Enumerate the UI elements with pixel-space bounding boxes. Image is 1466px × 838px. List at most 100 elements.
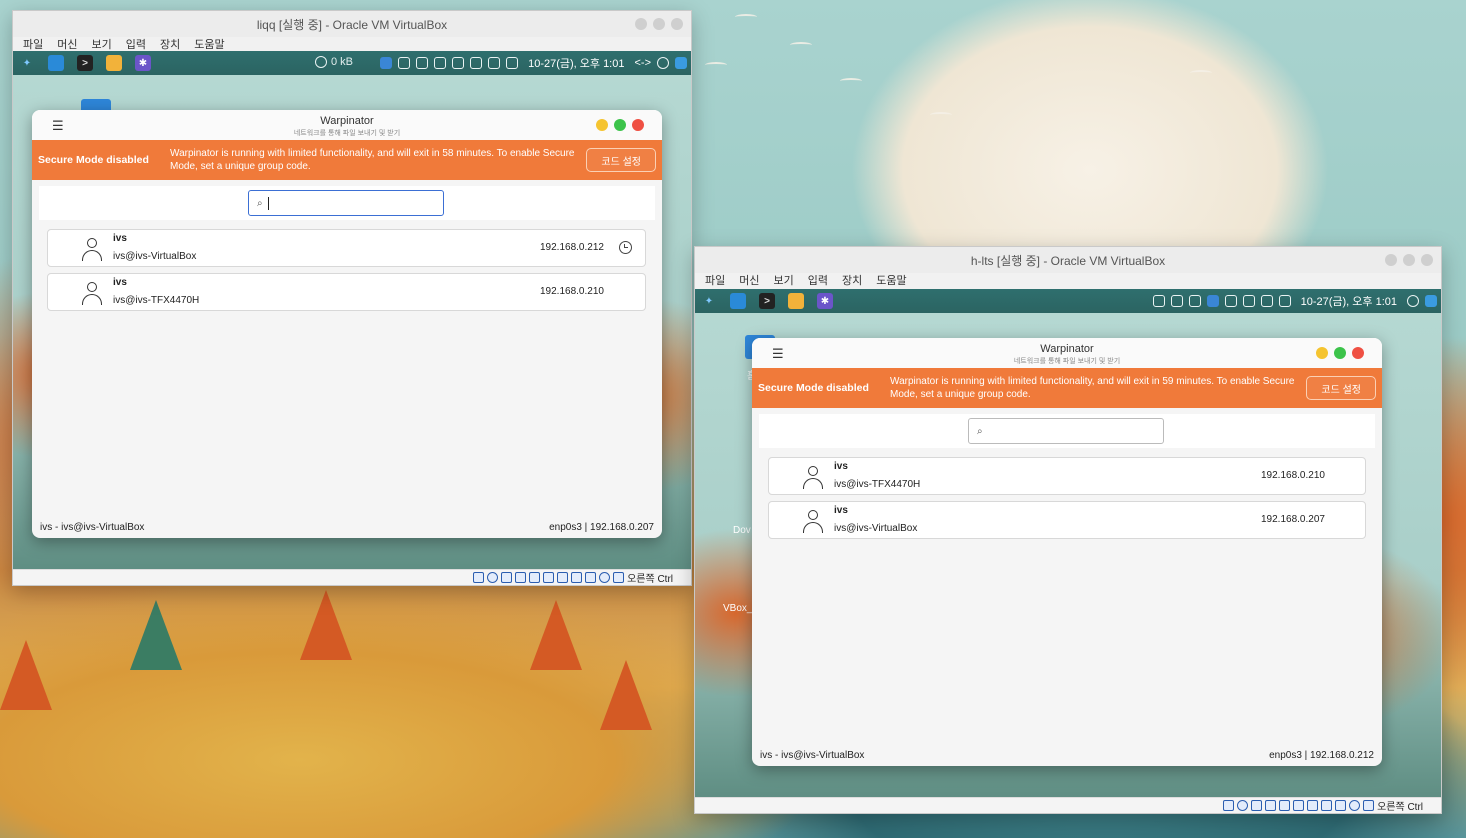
maximize-button[interactable] xyxy=(614,119,626,131)
warpinator-header[interactable]: ☰ Warpinator 네트워크를 통해 파일 보내기 및 받기 xyxy=(32,110,662,140)
close-button[interactable] xyxy=(632,119,644,131)
window-titlebar[interactable]: liqq [실행 중] - Oracle VM VirtualBox xyxy=(13,11,691,37)
usb-icon[interactable] xyxy=(1279,800,1291,811)
display-icon[interactable] xyxy=(557,572,569,583)
search-input[interactable]: ⌕ xyxy=(248,190,444,216)
peer-row[interactable]: ivs ivs@ivs-TFX4470H 192.168.0.210 xyxy=(47,273,646,311)
menu-input[interactable]: 입력 xyxy=(808,272,828,288)
clock[interactable]: 10-27(금), 오후 1:01 xyxy=(1301,293,1397,309)
maximize-button[interactable] xyxy=(653,18,665,30)
bluetooth-icon[interactable] xyxy=(380,57,393,69)
audio-icon[interactable] xyxy=(501,572,513,583)
window-titlebar[interactable]: h-lts [실행 중] - Oracle VM VirtualBox xyxy=(695,247,1441,273)
menu-devices[interactable]: 장치 xyxy=(160,36,180,52)
peer-row[interactable]: ivs ivs@ivs-VirtualBox 192.168.0.212 xyxy=(47,229,646,267)
minimize-button[interactable] xyxy=(596,119,608,131)
volume-icon[interactable] xyxy=(506,57,519,69)
optical-drive-icon[interactable] xyxy=(487,572,499,583)
printer-icon[interactable] xyxy=(1242,295,1255,307)
folder-icon[interactable] xyxy=(788,293,804,309)
shield-icon[interactable] xyxy=(452,57,465,69)
menu-view[interactable]: 보기 xyxy=(774,272,794,288)
minimize-button[interactable] xyxy=(635,18,647,30)
clipboard-icon[interactable] xyxy=(1152,295,1165,307)
usb-icon[interactable] xyxy=(529,572,541,583)
network-adapter-icon[interactable] xyxy=(515,572,527,583)
menu-machine[interactable]: 머신 xyxy=(739,272,759,288)
menu-view[interactable]: 보기 xyxy=(92,36,112,52)
speed-icon xyxy=(315,56,327,68)
menu-file[interactable]: 파일 xyxy=(705,272,725,288)
network-app-icon[interactable]: ✱ xyxy=(135,55,151,71)
recording-icon[interactable] xyxy=(1321,800,1333,811)
vt-x-icon[interactable] xyxy=(585,572,597,583)
maximize-button[interactable] xyxy=(1334,347,1346,359)
battery-icon[interactable] xyxy=(1260,295,1273,307)
warpinator-window-1[interactable]: ☰ Warpinator 네트워크를 통해 파일 보내기 및 받기 Secure… xyxy=(32,110,662,538)
clipboard-icon[interactable] xyxy=(398,57,411,69)
arrows-icon[interactable]: <-> xyxy=(634,57,651,69)
bluetooth-icon[interactable] xyxy=(1206,295,1219,307)
set-code-button[interactable]: 코드 설정 xyxy=(1306,376,1376,400)
network-speed: 0 kB xyxy=(315,56,353,68)
mouse-integration-icon[interactable] xyxy=(1349,800,1361,811)
update-icon[interactable] xyxy=(434,57,447,69)
browser-icon[interactable] xyxy=(48,55,64,71)
peer-row[interactable]: ivs ivs@ivs-TFX4470H 192.168.0.210 xyxy=(768,457,1366,495)
close-button[interactable] xyxy=(671,18,683,30)
menu-help[interactable]: 도움말 xyxy=(876,272,906,288)
minimize-button[interactable] xyxy=(1316,347,1328,359)
update-icon[interactable] xyxy=(1224,295,1237,307)
clock[interactable]: 10-27(금), 오후 1:01 xyxy=(528,55,624,71)
hdd-icon[interactable] xyxy=(473,572,485,583)
shield-icon[interactable] xyxy=(1170,295,1183,307)
show-desktop-icon[interactable] xyxy=(1425,295,1437,307)
network-adapter-icon[interactable] xyxy=(1265,800,1277,811)
terminal-icon[interactable]: > xyxy=(77,55,93,71)
network-app-icon[interactable]: ✱ xyxy=(817,293,833,309)
network-tray-icon[interactable] xyxy=(1188,295,1201,307)
optical-drive-icon[interactable] xyxy=(1237,800,1249,811)
audio-icon[interactable] xyxy=(1251,800,1263,811)
show-desktop-icon[interactable] xyxy=(675,57,687,69)
vt-x-icon[interactable] xyxy=(1335,800,1347,811)
app-menu-icon[interactable]: ✦ xyxy=(19,55,35,71)
keyboard-icon[interactable] xyxy=(613,572,625,583)
banner-message: Warpinator is running with limited funct… xyxy=(170,148,575,172)
app-menu-icon[interactable]: ✦ xyxy=(701,293,717,309)
folder-icon[interactable] xyxy=(106,55,122,71)
menu-help[interactable]: 도움말 xyxy=(194,36,224,52)
volume-icon[interactable] xyxy=(1278,295,1291,307)
shared-folder-icon[interactable] xyxy=(1293,800,1305,811)
close-button[interactable] xyxy=(1421,254,1433,266)
menu-input[interactable]: 입력 xyxy=(126,36,146,52)
hamburger-menu-icon[interactable]: ☰ xyxy=(772,346,784,362)
menu-machine[interactable]: 머신 xyxy=(57,36,77,52)
display-icon[interactable] xyxy=(1307,800,1319,811)
browser-icon[interactable] xyxy=(730,293,746,309)
maximize-button[interactable] xyxy=(1403,254,1415,266)
shared-folder-icon[interactable] xyxy=(543,572,555,583)
warpinator-window-2[interactable]: ☰ Warpinator 네트워크를 통해 파일 보내기 및 받기 Secure… xyxy=(752,338,1382,766)
terminal-icon[interactable]: > xyxy=(759,293,775,309)
warpinator-header[interactable]: ☰ Warpinator 네트워크를 통해 파일 보내기 및 받기 xyxy=(752,338,1382,368)
user-icon[interactable] xyxy=(1407,295,1419,307)
guest-taskbar: ✦ > ✱ 0 kB 10-27(금), 오후 1:01 <-> xyxy=(13,51,691,75)
peer-row[interactable]: ivs ivs@ivs-VirtualBox 192.168.0.207 xyxy=(768,501,1366,539)
network-tray-icon[interactable] xyxy=(416,57,429,69)
set-code-button[interactable]: 코드 설정 xyxy=(586,148,656,172)
search-input[interactable]: ⌕ xyxy=(968,418,1164,444)
hamburger-menu-icon[interactable]: ☰ xyxy=(52,118,64,134)
battery-icon[interactable] xyxy=(488,57,501,69)
menu-devices[interactable]: 장치 xyxy=(842,272,862,288)
close-button[interactable] xyxy=(1352,347,1364,359)
keyboard-icon[interactable] xyxy=(1363,800,1375,811)
recording-icon[interactable] xyxy=(571,572,583,583)
printer-icon[interactable] xyxy=(470,57,483,69)
hdd-icon[interactable] xyxy=(1223,800,1235,811)
user-icon[interactable] xyxy=(657,57,669,69)
mouse-integration-icon[interactable] xyxy=(599,572,611,583)
menu-file[interactable]: 파일 xyxy=(23,36,43,52)
peer-host: ivs@ivs-VirtualBox xyxy=(113,251,197,262)
minimize-button[interactable] xyxy=(1385,254,1397,266)
